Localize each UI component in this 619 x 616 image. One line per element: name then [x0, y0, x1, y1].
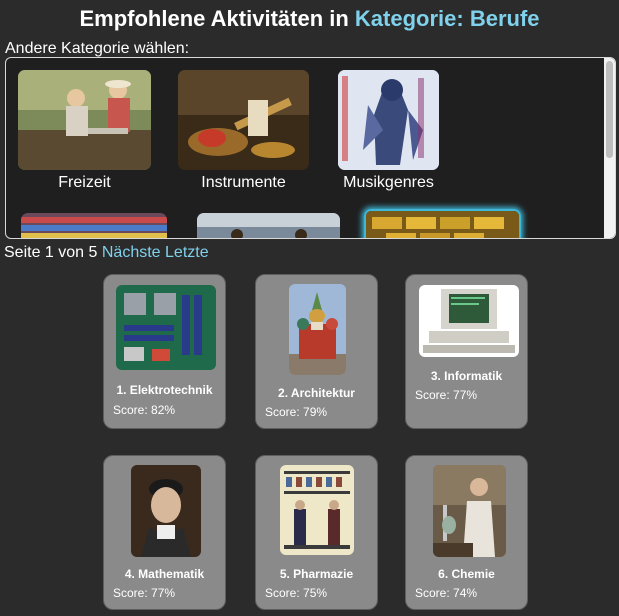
architektur-image — [289, 284, 346, 375]
last-page-link[interactable]: Letzte — [165, 244, 209, 261]
mathematik-image — [131, 465, 201, 557]
category-label: Freizeit — [58, 174, 111, 191]
category-picker-label: Andere Kategorie wählen: — [5, 40, 190, 57]
title-category: Kategorie: Berufe — [354, 6, 540, 31]
result-title: 5. Pharmazie — [279, 567, 354, 581]
result-card[interactable]: 4. Mathematik Score: 77% — [103, 455, 226, 610]
result-title: 6. Chemie — [438, 567, 495, 581]
title-prefix: Empfohlene Aktivitäten in — [79, 6, 349, 31]
result-title: 3. Informatik — [430, 369, 503, 383]
elektrotechnik-image — [116, 285, 216, 370]
category-row2-item-1[interactable] — [20, 213, 168, 238]
chemie-image — [433, 465, 506, 557]
category-label: Musikgenres — [343, 174, 434, 191]
category-label: Instrumente — [201, 174, 286, 191]
pharmazie-image — [280, 465, 354, 555]
category-scrollbar[interactable] — [604, 58, 615, 238]
page-indicator: Seite 1 von 5 — [4, 244, 98, 261]
instrumente-image — [178, 70, 309, 170]
result-card[interactable]: 2. Architektur Score: 79% — [255, 274, 378, 429]
result-card[interactable]: 1. Elektrotechnik Score: 82% — [103, 274, 226, 429]
result-score: Score: 75% — [265, 586, 328, 600]
page-title: Empfohlene Aktivitäten in Kategorie: Ber… — [0, 6, 619, 32]
next-page-link[interactable]: Nächste — [102, 244, 161, 261]
pagination: Seite 1 von 5 Nächste Letzte — [4, 244, 209, 262]
result-card[interactable]: 3. Informatik Score: 77% — [405, 274, 528, 429]
result-card[interactable]: 6. Chemie Score: 74% — [405, 455, 528, 610]
result-score: Score: 77% — [113, 586, 176, 600]
scrollbar-thumb[interactable] — [606, 61, 613, 158]
result-score: Score: 79% — [265, 405, 328, 419]
category-row2-item-2[interactable] — [196, 213, 341, 238]
result-card[interactable]: 5. Pharmazie Score: 75% — [255, 455, 378, 610]
category-musikgenres[interactable]: Musikgenres — [336, 70, 441, 192]
freizeit-image — [18, 70, 151, 170]
category-picker[interactable]: Freizeit Instrumente Musikgenres — [5, 57, 616, 239]
category-instrumente[interactable]: Instrumente — [177, 70, 310, 192]
result-score: Score: 74% — [415, 586, 478, 600]
result-title: 4. Mathematik — [124, 567, 205, 581]
musikgenres-image — [338, 70, 439, 170]
category-image — [21, 213, 167, 238]
category-image — [364, 209, 521, 238]
result-title: 2. Architektur — [278, 386, 355, 400]
category-image — [197, 213, 340, 238]
result-score: Score: 77% — [415, 388, 478, 402]
result-score: Score: 82% — [113, 403, 176, 417]
informatik-image — [419, 285, 519, 357]
category-row2-item-3[interactable] — [363, 209, 522, 238]
category-freizeit[interactable]: Freizeit — [17, 70, 152, 192]
result-title: 1. Elektrotechnik — [116, 383, 213, 397]
